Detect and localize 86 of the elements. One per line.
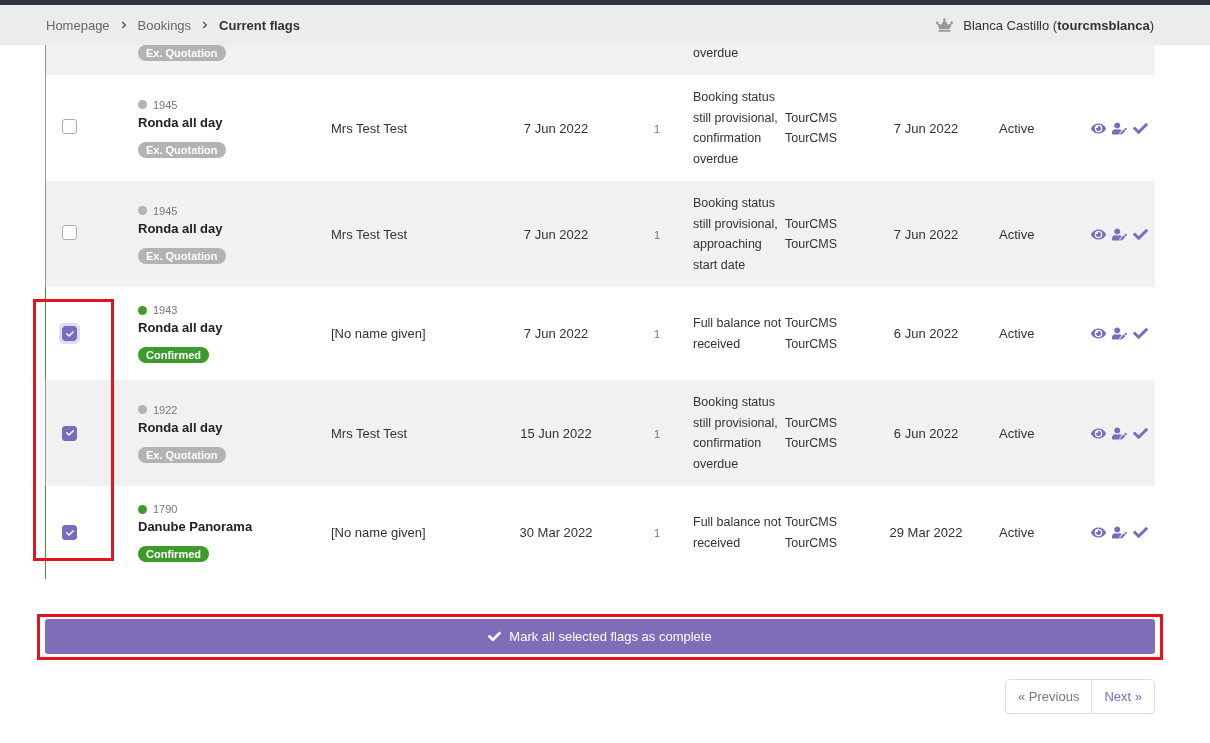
flag-text: overdue [693, 46, 739, 60]
check-icon [488, 630, 502, 643]
check-icon [65, 329, 74, 338]
breadcrumb-link[interactable]: Current flags [219, 17, 300, 33]
count-text: 1 [653, 122, 661, 135]
row-checkbox[interactable] [62, 225, 77, 240]
check-icon[interactable] [1133, 425, 1148, 441]
crown-icon [936, 18, 954, 32]
flag-text: Booking status still provisional, confirmation overdue [693, 394, 779, 473]
user-edit-icon[interactable] [1112, 425, 1127, 441]
count-text: 1 [653, 527, 661, 539]
user-edit-icon[interactable] [1112, 120, 1127, 136]
user-edit-icon[interactable] [1112, 525, 1127, 540]
flag-text: Booking status still provisional, approaching start date [693, 195, 779, 274]
booking-id: 1922 [153, 403, 178, 416]
user-text: TourCMS [785, 335, 839, 353]
check-icon [65, 429, 74, 438]
user-text: TourCMS [785, 315, 839, 332]
check-icon[interactable] [1133, 120, 1148, 136]
view-icon[interactable] [1091, 525, 1106, 540]
status-badge: Ex. Quotation [138, 247, 226, 264]
chevron-icon [119, 21, 128, 29]
due-date: 6 Jun 2022 [893, 425, 959, 441]
mark-complete-button[interactable]: Mark all selected flags as complete [45, 619, 1155, 654]
user-text: TourCMS [785, 435, 839, 452]
flag-state: Active [999, 525, 1035, 540]
count-text: 1 [653, 427, 661, 440]
booking-id: 1943 [153, 304, 178, 316]
count-text: 1 [653, 228, 661, 241]
flag-text: Full balance not received [693, 514, 783, 552]
tour-name: Ronda all day [138, 320, 223, 335]
row-checkbox[interactable] [62, 425, 77, 441]
count-text: 1 [653, 328, 661, 340]
customer-name: [No name given] [331, 326, 426, 341]
booking-date: 7 Jun 2022 [523, 226, 589, 242]
check-icon[interactable] [1133, 525, 1148, 540]
user-edit-icon[interactable] [1112, 226, 1127, 242]
customer-name: Mrs Test Test [331, 226, 408, 242]
user-text: TourCMS [785, 414, 839, 432]
breadcrumb-link[interactable]: Homepage [46, 17, 110, 33]
booking-id: 1790 [153, 503, 178, 515]
check-icon [65, 528, 74, 537]
check-icon[interactable] [1133, 326, 1148, 341]
user-text: TourCMS [785, 514, 839, 531]
flag-state: Active [999, 120, 1035, 136]
customer-name: Mrs Test Test [331, 425, 408, 441]
status-badge: Ex. Quotation [138, 446, 226, 463]
user-text: TourCMS [785, 109, 839, 127]
flag-text: Full balance not received [693, 315, 783, 353]
row-checkbox[interactable] [62, 119, 77, 134]
due-date: 29 Mar 2022 [889, 525, 963, 540]
tour-name: Danube Panorama [138, 519, 253, 534]
flag-text: Booking status still provisional, confirmation overdue [693, 89, 779, 168]
pagination-link[interactable]: Next » [1091, 679, 1155, 714]
status-badge: Confirmed [138, 347, 209, 363]
user-name[interactable]: Blanca Castillo (tourcmsblanca) [963, 17, 1154, 33]
due-date: 6 Jun 2022 [893, 326, 959, 341]
tour-name: Ronda all day [138, 114, 223, 130]
customer-name: Mrs Test Test [331, 120, 408, 136]
flag-state: Active [999, 226, 1035, 242]
due-date: 7 Jun 2022 [893, 120, 959, 136]
booking-date: 15 Jun 2022 [520, 425, 592, 441]
flag-state: Active [999, 425, 1035, 441]
flag-state: Active [999, 326, 1035, 341]
status-badge: Ex. Quotation [138, 141, 226, 158]
user-edit-icon[interactable] [1112, 326, 1127, 341]
booking-date: 7 Jun 2022 [523, 326, 589, 341]
user-text: TourCMS [785, 130, 839, 147]
status-badge: Confirmed [138, 546, 209, 562]
customer-name: [No name given] [331, 525, 426, 540]
row-checkbox[interactable] [62, 525, 77, 541]
user-text: TourCMS [785, 236, 839, 253]
booking-id: 1945 [153, 98, 178, 111]
due-date: 7 Jun 2022 [893, 226, 959, 242]
booking-date: 30 Mar 2022 [519, 525, 593, 540]
booking-date: 7 Jun 2022 [523, 120, 589, 136]
user-text: TourCMS [785, 215, 839, 233]
tour-name: Ronda all day [138, 220, 223, 236]
view-icon[interactable] [1091, 326, 1106, 341]
tour-name: Ronda all day [138, 419, 223, 435]
user-text: TourCMS [785, 534, 839, 552]
status-badge: Ex. Quotation [138, 45, 226, 61]
check-icon[interactable] [1133, 226, 1148, 242]
chevron-icon [201, 21, 210, 29]
booking-id: 1945 [153, 204, 178, 217]
breadcrumb-link[interactable]: Bookings [137, 17, 192, 33]
